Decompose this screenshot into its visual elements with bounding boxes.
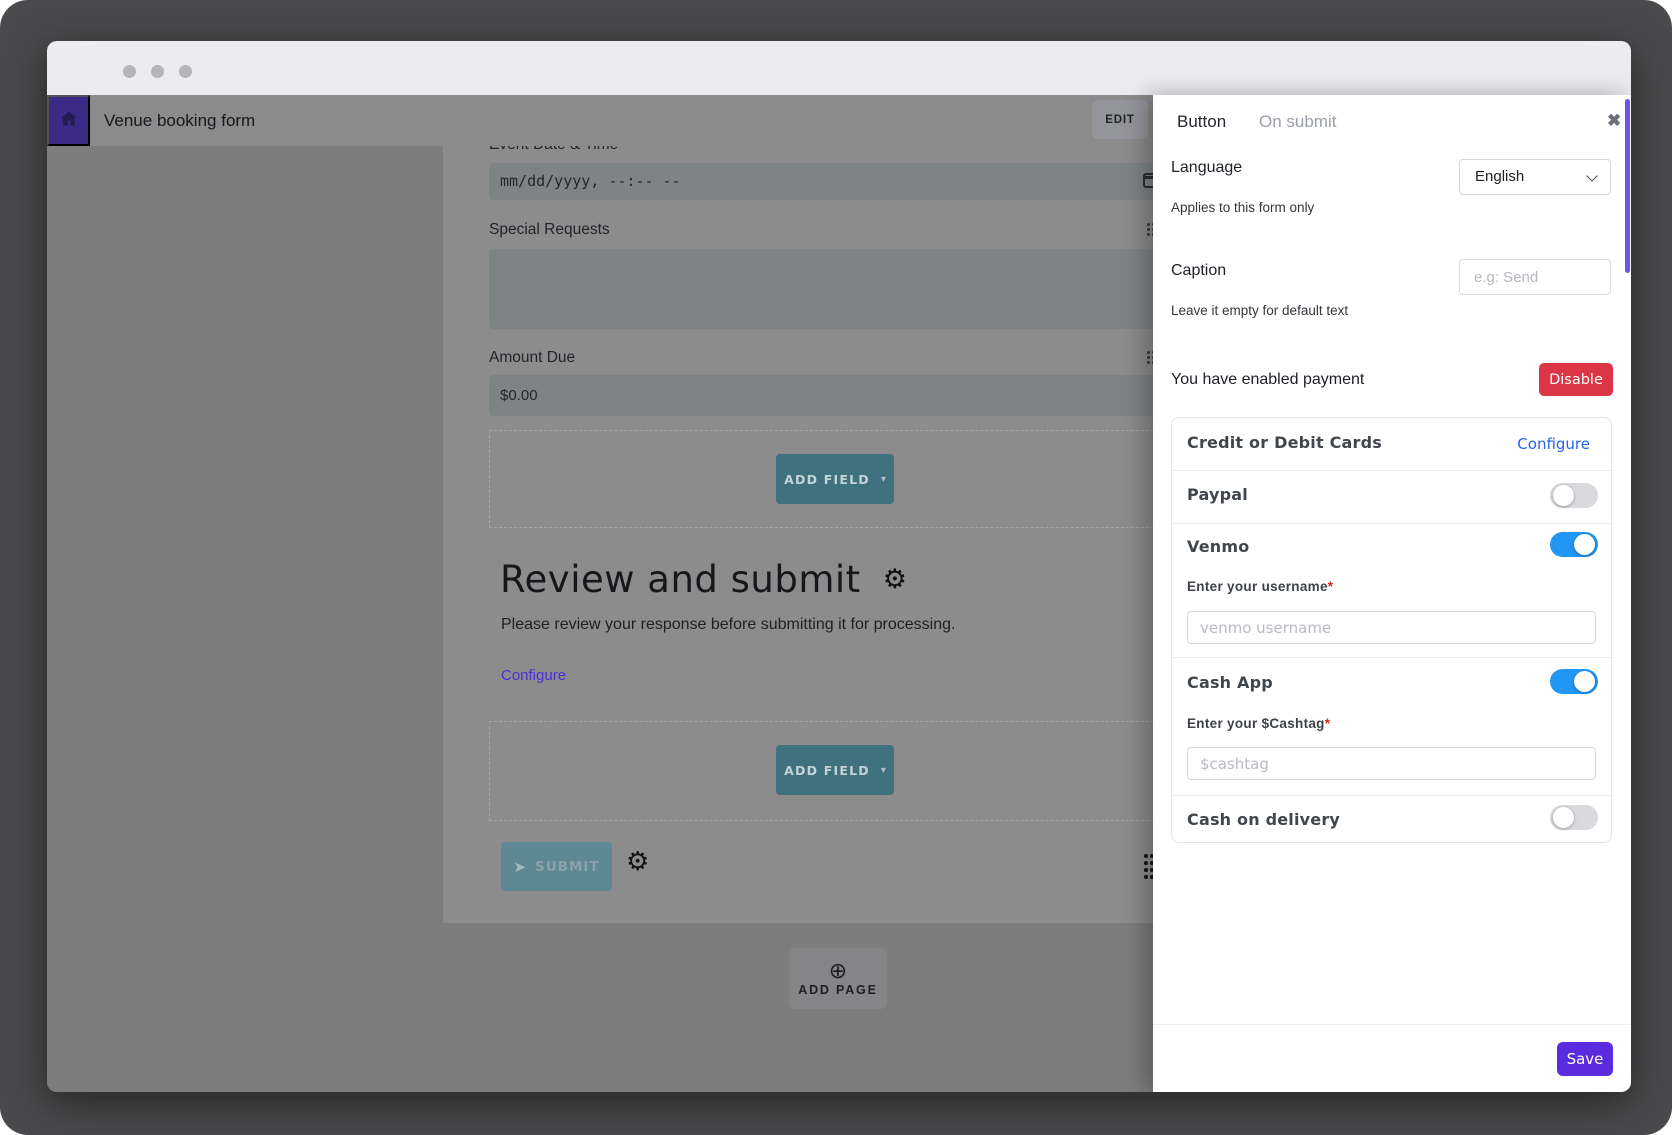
form-canvas-card: Event Date & Time mm/dd/yyyy, --:-- -- S…: [443, 146, 1153, 923]
form-builder-app: Venue booking form EDIT Event Date & Tim…: [47, 95, 1631, 1092]
app-header: Venue booking form EDIT: [47, 95, 1153, 146]
divider: [1172, 657, 1611, 658]
gear-icon[interactable]: ⚙: [626, 846, 649, 877]
disable-payment-button[interactable]: Disable: [1539, 363, 1613, 396]
divider: [1172, 470, 1611, 471]
submit-button[interactable]: ➤ SUBMIT: [501, 842, 612, 891]
review-heading: Review and submit: [500, 558, 861, 601]
divider: [1172, 523, 1611, 524]
amount-due-input[interactable]: $0.00: [489, 375, 1153, 416]
window-dot: [123, 65, 136, 78]
payment-status-text: You have enabled payment: [1171, 371, 1364, 389]
cash-on-delivery-toggle[interactable]: [1550, 805, 1598, 830]
venmo-username-label: Enter your username*: [1187, 579, 1333, 594]
save-button[interactable]: Save: [1557, 1042, 1613, 1076]
review-subtext: Please review your response before submi…: [501, 616, 955, 634]
window-dot: [151, 65, 164, 78]
cashtag-input[interactable]: [1187, 747, 1596, 780]
datetime-value: mm/dd/yyyy, --:-- --: [489, 163, 1153, 200]
required-mark: *: [1328, 579, 1334, 594]
home-button[interactable]: [47, 95, 90, 146]
edit-button[interactable]: EDIT: [1092, 100, 1148, 139]
divider: [1153, 1024, 1631, 1025]
home-icon: [59, 109, 79, 132]
caption-input[interactable]: [1459, 259, 1611, 295]
window-titlebar: [47, 41, 1631, 95]
configure-cards-link[interactable]: Configure: [1511, 434, 1596, 454]
page-title: Venue booking form: [104, 95, 255, 146]
payment-method-name: Venmo: [1187, 537, 1249, 556]
paypal-toggle[interactable]: [1550, 483, 1598, 508]
payment-method-name: Cash on delivery: [1187, 810, 1340, 829]
add-field-button[interactable]: ADD FIELD ▾: [776, 745, 894, 795]
field-label-amount-due: Amount Due: [489, 349, 575, 367]
payment-methods-card: Credit or Debit Cards Configure Paypal V…: [1171, 417, 1612, 843]
tab-button[interactable]: Button: [1171, 111, 1232, 133]
language-select[interactable]: English: [1459, 159, 1611, 195]
language-note: Applies to this form only: [1171, 200, 1314, 215]
field-label-special-requests: Special Requests: [489, 221, 610, 239]
cashtag-label: Enter your $Cashtag*: [1187, 716, 1330, 731]
required-mark: *: [1325, 716, 1331, 731]
language-label: Language: [1171, 159, 1242, 177]
add-field-button[interactable]: ADD FIELD ▾: [776, 454, 894, 504]
screenshot-frame: Venue booking form EDIT Event Date & Tim…: [0, 0, 1672, 1135]
caret-down-icon[interactable]: ▾: [881, 474, 886, 485]
scrollbar-thumb[interactable]: [1625, 99, 1630, 273]
payment-method-name: Cash App: [1187, 673, 1273, 692]
venmo-toggle[interactable]: [1550, 532, 1598, 557]
close-icon[interactable]: ✖: [1601, 110, 1627, 132]
amount-due-value: $0.00: [489, 375, 1153, 416]
button-settings-panel: Button On submit ✖ Language English Appl…: [1153, 95, 1631, 1092]
payment-method-name: Credit or Debit Cards: [1187, 433, 1382, 452]
divider: [1172, 795, 1611, 796]
plus-circle-icon: ⊕: [829, 960, 847, 982]
gear-icon[interactable]: ⚙: [883, 564, 907, 595]
datetime-input[interactable]: mm/dd/yyyy, --:-- --: [489, 163, 1153, 200]
send-icon: ➤: [513, 858, 526, 876]
payment-method-name: Paypal: [1187, 485, 1248, 504]
caption-note: Leave it empty for default text: [1171, 303, 1348, 318]
venmo-username-input[interactable]: [1187, 611, 1596, 644]
configure-link[interactable]: Configure: [501, 667, 566, 684]
cashapp-toggle[interactable]: [1550, 669, 1598, 694]
caret-down-icon[interactable]: ▾: [881, 765, 886, 776]
caption-label: Caption: [1171, 262, 1226, 280]
special-requests-textarea[interactable]: [489, 249, 1153, 329]
browser-window: Venue booking form EDIT Event Date & Tim…: [47, 41, 1631, 1092]
add-page-button[interactable]: ⊕ ADD PAGE: [789, 948, 887, 1009]
tab-on-submit[interactable]: On submit: [1253, 111, 1342, 133]
window-dot: [179, 65, 192, 78]
